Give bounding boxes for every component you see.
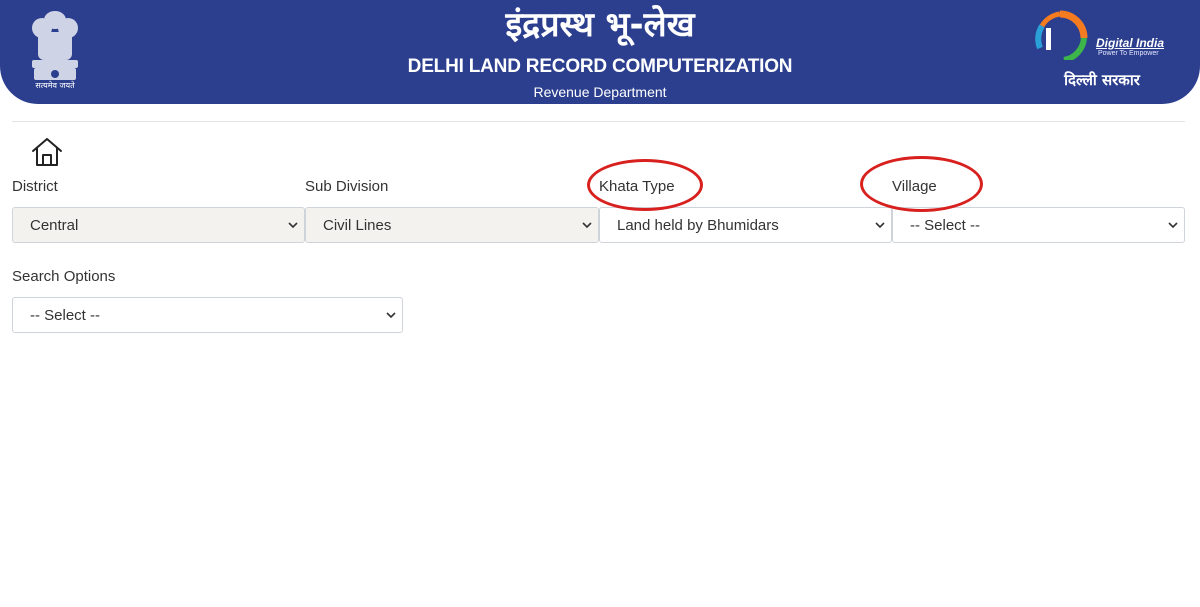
village-select-value: -- Select -- [910,216,981,234]
search-options-select[interactable]: -- Select -- [12,297,403,333]
sub-division-select-value: Civil Lines [323,216,392,234]
digital-india-text: Digital India [1096,36,1165,50]
annotation-circle-village [860,156,983,212]
search-options-select-value: -- Select -- [30,306,101,324]
home-icon[interactable] [30,136,64,168]
khata-type-select-value: Land held by Bhumidars [617,216,779,234]
annotation-circle-khata-type [587,159,703,211]
khata-type-select[interactable]: Land held by Bhumidars [599,207,892,243]
chevron-down-icon [1168,222,1178,229]
district-select-value: Central [30,216,79,234]
chevron-down-icon [875,222,885,229]
digital-india-tagline: Power To Empower [1098,50,1159,57]
village-select[interactable]: -- Select -- [892,207,1185,243]
site-header: सत्यमेव जयते इंद्रप्रस्थ भू-लेख DELHI LA… [0,0,1200,104]
department-subtitle: Revenue Department [533,84,667,100]
chevron-down-icon [288,222,298,229]
sub-division-label: Sub Division [305,178,389,195]
chevron-down-icon [386,312,396,319]
sub-division-select[interactable]: Civil Lines [305,207,599,243]
district-label: District [12,178,58,195]
site-title: DELHI LAND RECORD COMPUTERIZATION [407,56,793,77]
delhi-govt-label: दिल्ली सरकार [1064,71,1140,89]
chevron-down-icon [582,222,592,229]
site-title-hindi: इंद्रप्रस्थ भू-लेख [505,5,695,45]
search-options-label: Search Options [12,268,116,285]
header-divider [12,121,1185,122]
district-select[interactable]: Central [12,207,305,243]
